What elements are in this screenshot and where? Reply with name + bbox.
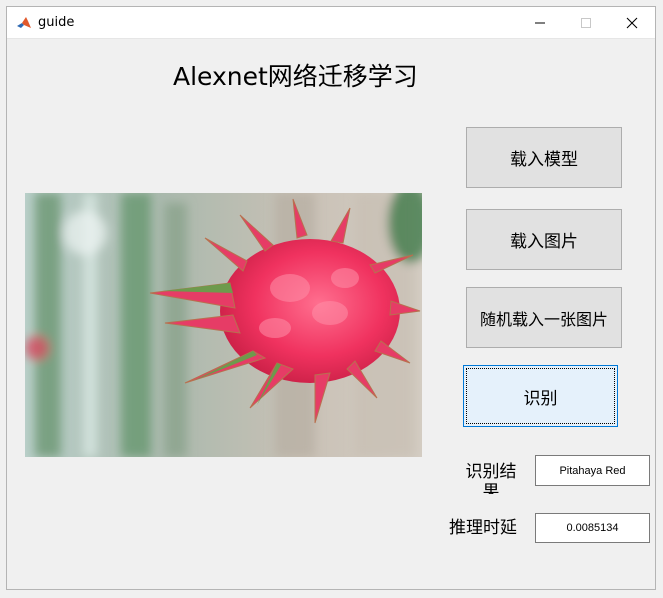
load-model-button[interactable]: 载入模型 <box>466 127 622 188</box>
app-window: guide Alexnet网络迁移学习 载入模型 载入图片 随机载入一张图片 识… <box>6 6 656 590</box>
maximize-icon <box>581 17 591 28</box>
minimize-icon <box>535 22 545 23</box>
load-image-button[interactable]: 载入图片 <box>466 209 622 270</box>
minimize-button[interactable] <box>517 7 563 38</box>
close-button[interactable] <box>609 7 655 38</box>
window-title: guide <box>38 15 75 30</box>
page-title: Alexnet网络迁移学习 <box>173 62 418 91</box>
dragon-fruit-image <box>25 193 422 457</box>
maximize-button[interactable] <box>563 7 609 38</box>
result-label: 识别结果 <box>465 462 517 494</box>
latency-field[interactable]: 0.0085134 <box>535 513 650 543</box>
matlab-icon <box>16 15 32 31</box>
recognize-button[interactable]: 识别 <box>463 365 618 427</box>
result-field[interactable]: Pitahaya Red <box>535 455 650 486</box>
random-load-image-button[interactable]: 随机载入一张图片 <box>466 287 622 348</box>
latency-label: 推理时延 <box>449 518 517 538</box>
close-icon <box>626 17 638 28</box>
title-bar[interactable]: guide <box>7 7 655 39</box>
